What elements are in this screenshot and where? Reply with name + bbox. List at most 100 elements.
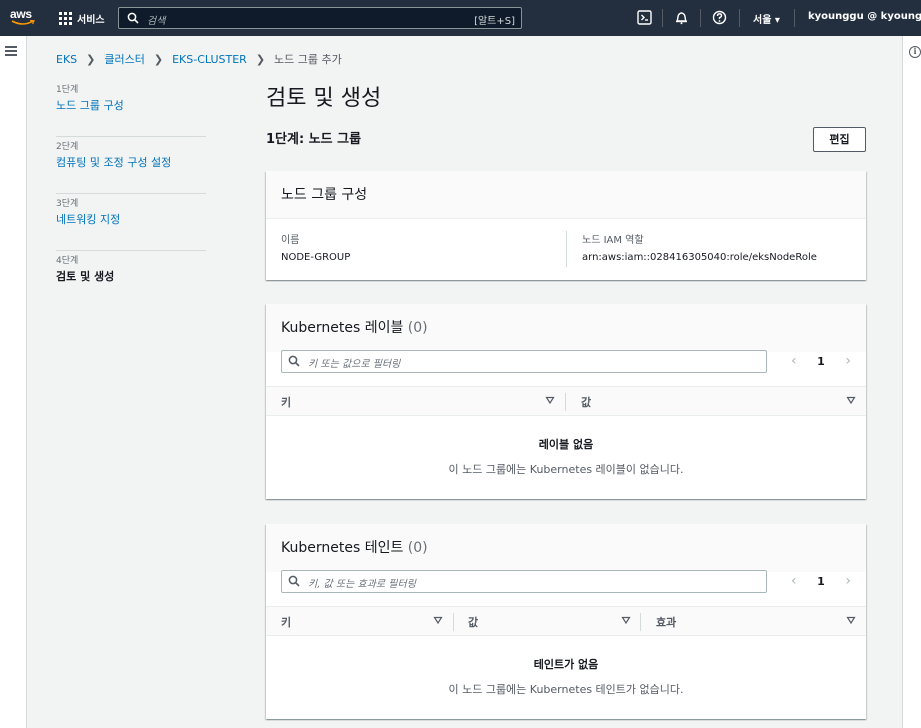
nav-divider	[662, 9, 663, 27]
chevron-left-icon[interactable]: ‹	[791, 353, 797, 369]
services-menu-button[interactable]: 서비스	[59, 11, 105, 26]
sort-icon[interactable]	[433, 615, 443, 625]
chevron-right-icon: ❯	[153, 52, 164, 66]
labels-filter-input[interactable]: 키 또는 값으로 필터링	[281, 350, 767, 373]
panel-count: (0)	[407, 320, 428, 336]
breadcrumb-cluster[interactable]: EKS-CLUSTER	[172, 53, 247, 66]
column-header-value[interactable]: 값	[581, 394, 591, 410]
name-field: 이름 NODE-GROUP	[281, 231, 350, 263]
right-rail: i	[902, 36, 921, 728]
panel-header: Kubernetes 테인트 (0)	[266, 524, 866, 572]
filter-placeholder: 키 또는 값으로 필터링	[308, 359, 401, 370]
kubernetes-taints-panel: Kubernetes 테인트 (0) 키, 값 또는 효과로 필터링 ‹ 1 ›…	[266, 524, 866, 719]
wizard-steps: 1단계 노드 그룹 구성 2단계 컴퓨팅 및 조정 구성 설정 3단계 네트워킹…	[56, 80, 206, 308]
iam-role-label: 노드 IAM 역할	[582, 235, 644, 246]
cloudshell-icon[interactable]	[637, 10, 652, 25]
chevron-right-icon: ❯	[255, 52, 266, 66]
iam-role-field: 노드 IAM 역할 arn:aws:iam::028416305040:role…	[582, 231, 817, 263]
wizard-step-4: 4단계 검토 및 생성	[56, 251, 206, 308]
taints-table-header: 키 값 효과	[266, 606, 866, 636]
nav-divider	[700, 9, 701, 27]
chevron-right-icon[interactable]: ›	[845, 353, 851, 369]
wizard-step-1: 1단계 노드 그룹 구성	[56, 80, 206, 137]
breadcrumb-clusters[interactable]: 클러스터	[104, 51, 144, 67]
chevron-right-icon: ❯	[86, 52, 96, 66]
search-placeholder: 검색	[147, 16, 166, 27]
panel-title: Kubernetes 테인트	[281, 540, 404, 556]
left-rail	[0, 36, 27, 728]
aws-logo-text: aws	[10, 7, 32, 21]
taints-filter-input[interactable]: 키, 값 또는 효과로 필터링	[281, 570, 767, 593]
services-label: 서비스	[77, 15, 105, 26]
top-navigation: aws 서비스 검색 [알트+S] 서울 ▾ kyounggu @ kyoung…	[0, 0, 921, 36]
panel-header: 노드 그룹 구성	[266, 171, 866, 219]
wizard-step-3: 3단계 네트워킹 지정	[56, 194, 206, 251]
nav-divider	[739, 9, 740, 27]
empty-title: 테인트가 없음	[533, 658, 599, 671]
info-icon[interactable]: i	[909, 46, 921, 58]
filter-placeholder: 키, 값 또는 효과로 필터링	[308, 579, 416, 590]
step-number: 1단계	[56, 85, 79, 95]
taints-pagination: ‹ 1 ›	[791, 571, 851, 591]
grid-icon	[59, 12, 72, 25]
search-shortcut: [알트+S]	[474, 16, 515, 27]
step-link[interactable]: 네트워킹 지정	[56, 211, 206, 227]
empty-description: 이 노드 그룹에는 Kubernetes 테인트가 없습니다.	[448, 683, 684, 696]
step-link[interactable]: 컴퓨팅 및 조정 구성 설정	[56, 154, 206, 170]
sort-icon[interactable]	[621, 615, 631, 625]
kubernetes-labels-panel: Kubernetes 레이블 (0) 키 또는 값으로 필터링 ‹ 1 › 키 …	[266, 304, 866, 499]
bell-icon[interactable]	[674, 10, 689, 25]
step-number: 2단계	[56, 142, 79, 152]
menu-icon[interactable]	[5, 46, 17, 58]
taints-empty-state: 테인트가 없음 이 노드 그룹에는 Kubernetes 테인트가 없습니다.	[266, 656, 866, 697]
column-header-value[interactable]: 값	[468, 614, 478, 630]
aws-logo[interactable]: aws	[10, 5, 36, 29]
page-number[interactable]: 1	[817, 355, 825, 368]
column-divider	[640, 613, 641, 631]
region-selector[interactable]: 서울 ▾	[753, 11, 780, 26]
panel-title: 노드 그룹 구성	[281, 187, 368, 203]
labels-pagination: ‹ 1 ›	[791, 351, 851, 371]
iam-role-value: arn:aws:iam::028416305040:role/eksNodeRo…	[582, 252, 817, 263]
column-divider	[565, 393, 566, 411]
node-group-config-panel: 노드 그룹 구성 이름 NODE-GROUP 노드 IAM 역할 arn:aws…	[266, 171, 866, 280]
step-current: 검토 및 생성	[56, 270, 115, 283]
chevron-left-icon[interactable]: ‹	[791, 573, 797, 589]
column-header-key[interactable]: 키	[281, 614, 291, 630]
breadcrumb-current: 노드 그룹 추가	[274, 53, 342, 66]
step-link[interactable]: 노드 그룹 구성	[56, 97, 206, 113]
labels-empty-state: 레이블 없음 이 노드 그룹에는 Kubernetes 레이블이 없습니다.	[266, 436, 866, 477]
panel-title: Kubernetes 레이블	[281, 320, 404, 336]
search-input[interactable]: 검색 [알트+S]	[118, 7, 522, 29]
step-number: 4단계	[56, 256, 79, 266]
column-divider	[453, 613, 454, 631]
sort-icon[interactable]	[846, 395, 856, 405]
search-icon	[127, 12, 139, 24]
column-divider	[566, 231, 567, 267]
name-value: NODE-GROUP	[281, 252, 351, 263]
column-header-effect[interactable]: 효과	[656, 614, 676, 630]
empty-title: 레이블 없음	[538, 438, 594, 451]
step-number: 3단계	[56, 199, 79, 209]
panel-header: Kubernetes 레이블 (0)	[266, 304, 866, 352]
search-icon	[288, 575, 300, 587]
wizard-step-2: 2단계 컴퓨팅 및 조정 구성 설정	[56, 137, 206, 194]
panel-count: (0)	[407, 540, 428, 556]
chevron-right-icon[interactable]: ›	[845, 573, 851, 589]
page-number[interactable]: 1	[817, 575, 825, 588]
help-icon[interactable]	[712, 10, 727, 25]
breadcrumb-eks[interactable]: EKS	[56, 53, 77, 66]
sort-icon[interactable]	[846, 615, 856, 625]
edit-button[interactable]: 편집	[813, 127, 866, 152]
labels-table-header: 키 값	[266, 386, 866, 416]
account-menu[interactable]: kyounggu @ kyounggu ▾	[808, 11, 921, 22]
nav-divider	[794, 9, 795, 27]
breadcrumb: EKS ❯ 클러스터 ❯ EKS-CLUSTER ❯ 노드 그룹 추가	[56, 51, 342, 67]
sort-icon[interactable]	[545, 395, 555, 405]
name-label: 이름	[281, 235, 300, 246]
step-heading: 1단계: 노드 그룹	[266, 132, 362, 147]
page-title: 검토 및 생성	[266, 86, 382, 111]
column-header-key[interactable]: 키	[281, 394, 291, 410]
empty-description: 이 노드 그룹에는 Kubernetes 레이블이 없습니다.	[448, 463, 684, 476]
search-icon	[288, 355, 300, 367]
